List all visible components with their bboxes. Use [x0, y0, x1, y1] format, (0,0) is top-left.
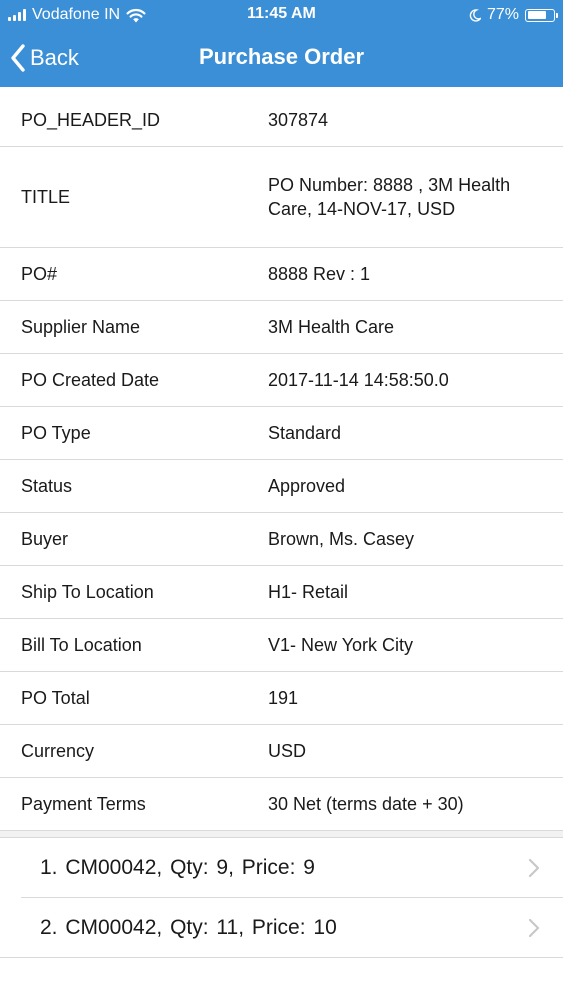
detail-value: Approved — [268, 476, 346, 496]
detail-value: 307874 — [268, 110, 329, 130]
detail-row-currency: Currency USD — [0, 725, 563, 778]
line-item-text: 1. CM00042, Qty: 9, Price: 9 — [40, 856, 315, 879]
detail-label: Supplier Name — [21, 316, 141, 337]
detail-value: 3M Health Care — [268, 317, 395, 337]
detail-value: H1- Retail — [268, 582, 349, 602]
po-details-table: PO_HEADER_ID 307874 TITLE PO Number: 888… — [0, 94, 563, 831]
battery-level-fill — [527, 11, 546, 19]
detail-value: Standard — [268, 423, 342, 443]
detail-label: Buyer — [21, 528, 69, 549]
detail-value: 2017-11-14 14:58:50.0 — [268, 370, 449, 390]
chevron-left-icon — [11, 44, 25, 72]
detail-row-status: Status Approved — [0, 460, 563, 513]
detail-row-ship-to-location: Ship To Location H1- Retail — [0, 566, 563, 619]
detail-value: Brown, Ms. Casey — [268, 529, 415, 549]
detail-row-supplier-name: Supplier Name 3M Health Care — [0, 301, 563, 354]
detail-row-po-created-date: PO Created Date 2017-11-14 14:58:50.0 — [0, 354, 563, 407]
battery-percent: 77% — [486, 6, 519, 23]
detail-row-po-type: PO Type Standard — [0, 407, 563, 460]
line-item-2[interactable]: 2. CM00042, Qty: 11, Price: 10 — [0, 898, 563, 958]
detail-value: 8888 Rev : 1 — [268, 264, 371, 284]
chevron-right-icon — [528, 858, 540, 878]
detail-label: PO_HEADER_ID — [21, 109, 161, 130]
purchase-order-screen: Vodafone IN 11:45 AM 77% Back Purchase O… — [0, 0, 563, 1000]
detail-label: TITLE — [21, 186, 71, 207]
top-bar: Vodafone IN 11:45 AM 77% Back Purchase O… — [0, 0, 563, 87]
chevron-right-icon — [528, 918, 540, 938]
detail-row-payment-terms: Payment Terms 30 Net (terms date + 30) — [0, 778, 563, 831]
detail-row-bill-to-location: Bill To Location V1- New York City — [0, 619, 563, 672]
line-item-1[interactable]: 1. CM00042, Qty: 9, Price: 9 — [0, 838, 563, 898]
detail-row-buyer: Buyer Brown, Ms. Casey — [0, 513, 563, 566]
detail-row-po-total: PO Total 191 — [0, 672, 563, 725]
detail-row-title: TITLE PO Number: 8888 , 3M Health Care, … — [0, 147, 563, 248]
status-bar: Vodafone IN 11:45 AM 77% — [0, 0, 563, 30]
detail-value: 191 — [268, 688, 299, 708]
detail-label: PO Total — [21, 687, 90, 708]
detail-label: Currency — [21, 740, 95, 761]
status-right: 77% — [469, 5, 558, 25]
detail-label: PO# — [21, 263, 58, 284]
detail-value: PO Number: 8888 , 3M Health Care, 14-NOV… — [268, 175, 511, 219]
detail-label: Payment Terms — [21, 793, 146, 814]
battery-icon — [525, 8, 558, 22]
back-label: Back — [30, 45, 79, 70]
detail-label: Status — [21, 475, 73, 496]
navigation-bar: Back Purchase Order — [0, 30, 563, 87]
detail-row-po-number: PO# 8888 Rev : 1 — [0, 248, 563, 301]
detail-value: USD — [268, 741, 307, 761]
detail-label: PO Type — [21, 422, 91, 443]
moon-icon — [469, 8, 481, 22]
line-items-list: 1. CM00042, Qty: 9, Price: 9 2. CM00042,… — [0, 838, 563, 958]
back-button[interactable]: Back — [10, 38, 79, 78]
detail-label: PO Created Date — [21, 369, 160, 390]
section-separator — [0, 831, 563, 838]
detail-row-po-header-id: PO_HEADER_ID 307874 — [0, 94, 563, 147]
detail-label: Bill To Location — [21, 634, 142, 655]
page-title: Purchase Order — [198, 44, 365, 69]
detail-value: V1- New York City — [268, 635, 414, 655]
line-item-text: 2. CM00042, Qty: 11, Price: 10 — [40, 916, 337, 939]
detail-label: Ship To Location — [21, 581, 154, 602]
line-item-divider — [0, 957, 563, 958]
detail-value: 30 Net (terms date + 30) — [268, 794, 464, 814]
